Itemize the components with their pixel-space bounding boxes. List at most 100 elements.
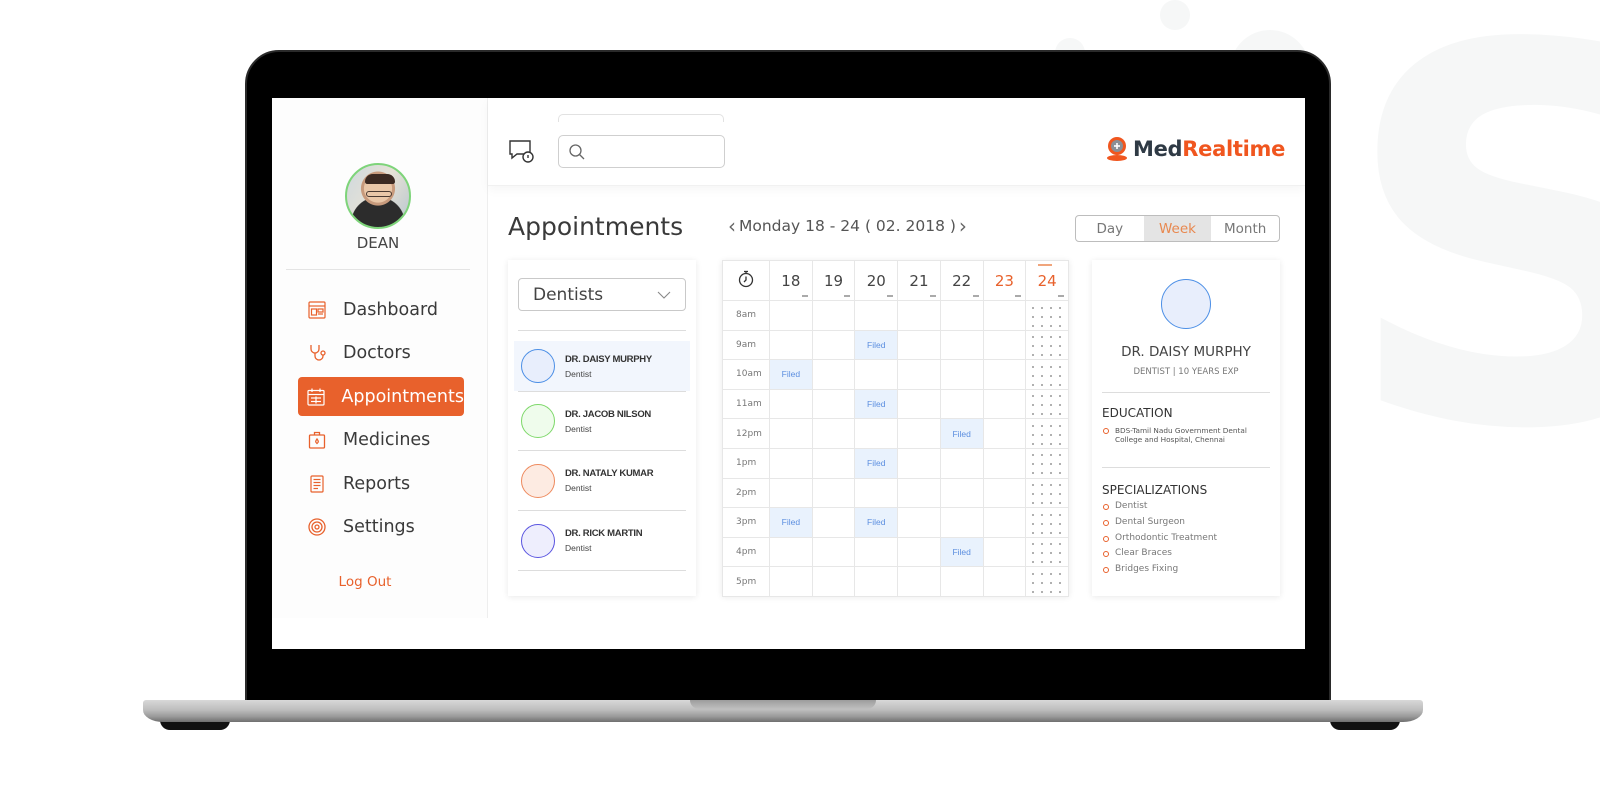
- view-week-button[interactable]: Week: [1143, 216, 1212, 241]
- sidebar-item-doctors[interactable]: Doctors: [298, 334, 464, 373]
- empty-slot[interactable]: [811, 388, 856, 420]
- empty-slot[interactable]: [982, 477, 1027, 509]
- filed-appointment-slot[interactable]: Filed: [854, 447, 899, 479]
- empty-slot[interactable]: [939, 359, 984, 390]
- doctor-list-item[interactable]: DR. JACOB NILSON Dentist: [518, 391, 686, 451]
- empty-slot[interactable]: [982, 507, 1027, 538]
- time-row: 3pm Filed Filed: [722, 507, 1069, 538]
- filed-appointment-slot[interactable]: Filed: [854, 507, 899, 538]
- search-field[interactable]: [558, 135, 725, 168]
- empty-slot[interactable]: [811, 359, 856, 390]
- empty-slot[interactable]: [769, 447, 813, 479]
- empty-slot[interactable]: [982, 447, 1027, 479]
- chat-notification-icon[interactable]: [508, 138, 536, 164]
- empty-slot[interactable]: [897, 536, 941, 568]
- empty-slot[interactable]: [769, 477, 813, 509]
- empty-slot[interactable]: [811, 329, 856, 361]
- empty-slot[interactable]: [982, 300, 1027, 331]
- sidebar-item-settings[interactable]: Settings: [298, 508, 464, 547]
- empty-slot[interactable]: [769, 388, 813, 420]
- doctor-list-item[interactable]: DR. RICK MARTIN Dentist: [518, 511, 686, 571]
- logout-link[interactable]: Log Out: [272, 574, 458, 590]
- empty-slot[interactable]: [982, 566, 1027, 597]
- view-day-button[interactable]: Day: [1076, 216, 1144, 241]
- chevron-left-icon[interactable]: ‹: [725, 216, 739, 236]
- empty-slot[interactable]: [811, 536, 856, 568]
- empty-slot[interactable]: [769, 300, 813, 331]
- day-header[interactable]: 19: [811, 260, 856, 301]
- empty-slot[interactable]: [982, 329, 1027, 361]
- filed-appointment-slot[interactable]: Filed: [854, 329, 899, 361]
- doctor-avatar: [521, 404, 555, 438]
- empty-slot[interactable]: [854, 359, 899, 390]
- empty-slot[interactable]: [897, 300, 941, 331]
- empty-slot[interactable]: [811, 477, 856, 509]
- empty-slot[interactable]: [982, 359, 1027, 390]
- empty-slot[interactable]: [811, 507, 856, 538]
- sidebar-item-medicines[interactable]: Medicines: [298, 421, 464, 460]
- filed-appointment-slot[interactable]: Filed: [939, 418, 984, 449]
- empty-slot[interactable]: [854, 477, 899, 509]
- day-header[interactable]: 20: [854, 260, 899, 301]
- specialty-select[interactable]: Dentists: [518, 278, 686, 311]
- filed-appointment-slot[interactable]: Filed: [854, 388, 899, 420]
- day-header[interactable]: 23: [982, 260, 1027, 301]
- doctor-list-item[interactable]: DR. DAISY MURPHY Dentist: [514, 341, 690, 391]
- empty-slot[interactable]: [939, 477, 984, 509]
- search-input[interactable]: [589, 140, 719, 164]
- empty-slot[interactable]: [854, 300, 899, 331]
- empty-slot[interactable]: [811, 447, 856, 479]
- empty-slot[interactable]: [939, 447, 984, 479]
- empty-slot[interactable]: [897, 388, 941, 420]
- empty-slot[interactable]: [939, 388, 984, 420]
- empty-slot[interactable]: [897, 566, 941, 597]
- day-header[interactable]: 24: [1025, 260, 1069, 301]
- time-row: 8am: [722, 300, 1069, 331]
- day-header[interactable]: 21: [897, 260, 941, 301]
- empty-slot[interactable]: [769, 329, 813, 361]
- chevron-right-icon[interactable]: ›: [956, 216, 970, 236]
- empty-slot[interactable]: [811, 566, 856, 597]
- user-avatar[interactable]: [345, 163, 411, 229]
- sidebar-item-appointments[interactable]: Appointments: [298, 377, 464, 416]
- sidebar-item-dashboard[interactable]: Dashboard: [298, 290, 464, 329]
- time-row: 11am Filed: [722, 388, 1069, 420]
- view-month-button[interactable]: Month: [1211, 216, 1279, 241]
- empty-slot[interactable]: [897, 418, 941, 449]
- time-label: 9am: [722, 329, 770, 361]
- report-icon: [306, 473, 328, 495]
- specializations-list: Dentist Dental Surgeon Orthodontic Treatme…: [1102, 499, 1272, 578]
- sidebar-item-reports[interactable]: Reports: [298, 464, 464, 503]
- filed-appointment-slot[interactable]: Filed: [769, 507, 813, 538]
- empty-slot[interactable]: [897, 507, 941, 538]
- empty-slot[interactable]: [854, 566, 899, 597]
- empty-slot[interactable]: [769, 566, 813, 597]
- empty-slot[interactable]: [939, 507, 984, 538]
- empty-slot[interactable]: [897, 329, 941, 361]
- empty-slot[interactable]: [939, 329, 984, 361]
- empty-slot[interactable]: [769, 418, 813, 449]
- empty-slot[interactable]: [982, 388, 1027, 420]
- doctor-role: Dentist: [565, 368, 592, 379]
- empty-slot[interactable]: [939, 300, 984, 331]
- doctor-list: DR. DAISY MURPHY Dentist DR. JACOB NILSON D…: [514, 330, 690, 571]
- day-header[interactable]: 18: [769, 260, 813, 301]
- empty-slot[interactable]: [897, 447, 941, 479]
- time-row: 1pm Filed: [722, 447, 1069, 479]
- empty-slot[interactable]: [854, 418, 899, 449]
- empty-slot[interactable]: [982, 536, 1027, 568]
- empty-slot[interactable]: [811, 300, 856, 331]
- doctor-name: DR. NATALY KUMAR: [565, 468, 654, 479]
- unavailable-slot: [1025, 388, 1069, 420]
- empty-slot[interactable]: [897, 359, 941, 390]
- empty-slot[interactable]: [811, 418, 856, 449]
- empty-slot[interactable]: [897, 477, 941, 509]
- empty-slot[interactable]: [854, 536, 899, 568]
- empty-slot[interactable]: [982, 418, 1027, 449]
- filed-appointment-slot[interactable]: Filed: [769, 359, 813, 390]
- day-header[interactable]: 22: [939, 260, 984, 301]
- doctor-list-item[interactable]: DR. NATALY KUMAR Dentist: [518, 451, 686, 511]
- filed-appointment-slot[interactable]: Filed: [939, 536, 984, 568]
- empty-slot[interactable]: [769, 536, 813, 568]
- empty-slot[interactable]: [939, 566, 984, 597]
